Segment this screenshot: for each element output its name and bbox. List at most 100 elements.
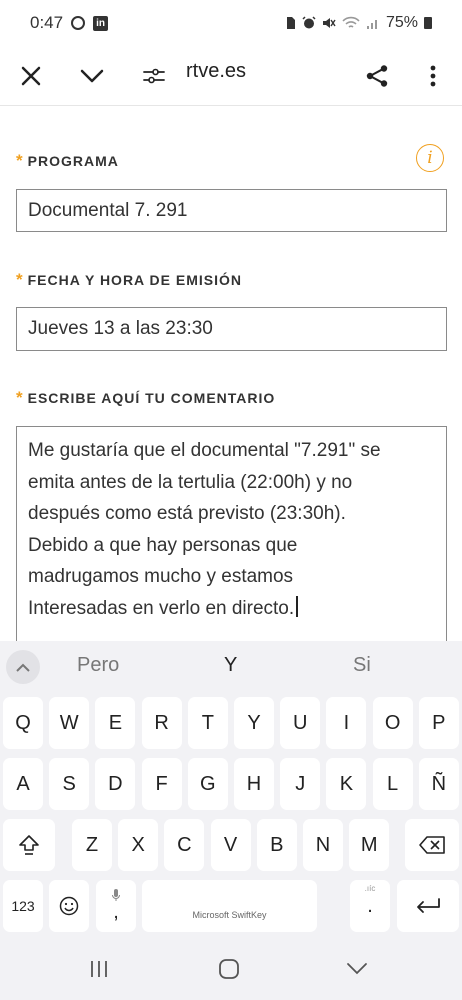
key-h[interactable]: H [234,758,274,810]
comment-textarea[interactable]: Me gustaría que el documental "7.291" se… [16,426,447,656]
chevron-down-icon [80,69,104,83]
key-j[interactable]: J [280,758,321,810]
key-label: C [177,833,192,856]
key-label: X [131,833,145,856]
more-options-button[interactable] [413,56,453,96]
suggestion-1[interactable]: Pero [77,654,119,677]
shift-icon [19,835,39,855]
url-text[interactable]: rtve.es [186,60,246,83]
key-label: Z [85,833,99,856]
key-l[interactable]: L [372,758,413,810]
key-v[interactable]: V [210,819,251,871]
key-g[interactable]: G [187,758,228,810]
suggestion-bar: Pero Y Si [0,641,462,691]
more-vert-icon [430,65,436,87]
site-settings-button[interactable] [134,56,174,96]
key-z[interactable]: Z [72,819,112,871]
key-y[interactable]: Y [234,697,274,749]
status-left: 0:47 in [30,13,109,33]
status-bar: 0:47 in 75% [0,0,462,46]
key-d[interactable]: D [95,758,136,810]
toolbar-toggle-button[interactable] [6,650,40,684]
period-key-hint: .ıíc [364,884,376,893]
key-w[interactable]: W [49,697,90,749]
key-c[interactable]: C [164,819,205,871]
key-k[interactable]: K [326,758,367,810]
key-label: H [246,772,262,795]
numbers-key[interactable]: 123 [3,880,43,932]
key-p[interactable]: P [418,697,459,749]
key-f[interactable]: F [141,758,182,810]
key-label: M [360,833,378,856]
key-label: D [108,772,123,795]
broadcast-label-text: FECHA Y HORA DE EMISIÓN [27,272,242,288]
wifi-icon [342,16,360,28]
key-x[interactable]: X [118,819,159,871]
battery-icon [424,17,432,29]
home-icon [219,959,239,979]
emoji-icon [59,896,79,916]
emoji-key[interactable] [49,880,89,932]
program-input[interactable]: Documental 7. 291 [16,189,447,232]
comment-line: Debido a que hay personas que [28,534,298,556]
space-key[interactable]: Microsoft SwiftKey [142,880,317,932]
required-star: * [16,388,24,407]
key-label: V [223,833,238,856]
key-label: O [384,711,401,734]
numbers-key-label: 123 [11,898,35,914]
key-label: W [59,711,79,734]
key-t[interactable]: T [187,697,228,749]
mute-icon [322,18,336,28]
enter-key[interactable] [397,880,459,932]
key-n[interactable]: N [303,819,343,871]
period-key[interactable]: .ıíc . [350,880,390,932]
key-i[interactable]: I [326,697,367,749]
comment-line: después como está previsto (23:30h). [28,503,346,524]
key-m[interactable]: M [349,819,390,871]
key-label: A [16,772,30,795]
key-label: G [200,772,216,795]
status-right: 75% [286,14,432,32]
comma-key[interactable]: , [96,880,136,932]
key-u[interactable]: U [280,697,321,749]
key-label: I [343,711,350,734]
key-label: F [155,772,168,795]
program-label-text: PROGRAMA [27,153,119,169]
text-caret [296,595,298,617]
share-button[interactable] [357,56,397,96]
info-icon[interactable]: i [416,144,444,172]
key-label: L [387,772,399,795]
key-r[interactable]: R [141,697,182,749]
browser-toolbar: rtve.es [0,46,462,106]
key-e[interactable]: E [95,697,136,749]
key-s[interactable]: S [49,758,90,810]
backspace-icon [419,836,445,854]
close-button[interactable] [11,56,51,96]
period-key-label: . [367,894,373,917]
back-button[interactable] [337,953,377,985]
broadcast-input[interactable]: Jueves 13 a las 23:30 [16,307,447,351]
site-settings-icon [143,68,165,84]
keyboard: Pero Y Si 123 , Microsoft SwiftKey .ıíc … [0,641,462,939]
key-label: T [201,711,214,734]
suggestion-2[interactable]: Y [224,654,237,677]
key-a[interactable]: A [3,758,43,810]
key-q[interactable]: Q [3,697,43,749]
key-label: B [270,833,284,856]
minimize-button[interactable] [72,56,112,96]
key-b[interactable]: B [256,819,297,871]
comment-label-text: ESCRIBE AQUÍ TU COMENTARIO [27,390,276,406]
alarm-icon [302,16,316,29]
chevron-up-icon [16,663,30,672]
key-o[interactable]: O [372,697,413,749]
share-icon [366,65,388,87]
suggestion-3[interactable]: Si [353,654,371,677]
key-ñ[interactable]: Ñ [418,758,459,810]
key-label: Ñ [431,772,447,795]
required-star: * [16,270,24,289]
shift-key[interactable] [3,819,55,871]
key-label: E [108,711,123,734]
home-button[interactable] [209,953,249,985]
recent-apps-button[interactable] [79,953,119,985]
backspace-key[interactable] [405,819,459,871]
